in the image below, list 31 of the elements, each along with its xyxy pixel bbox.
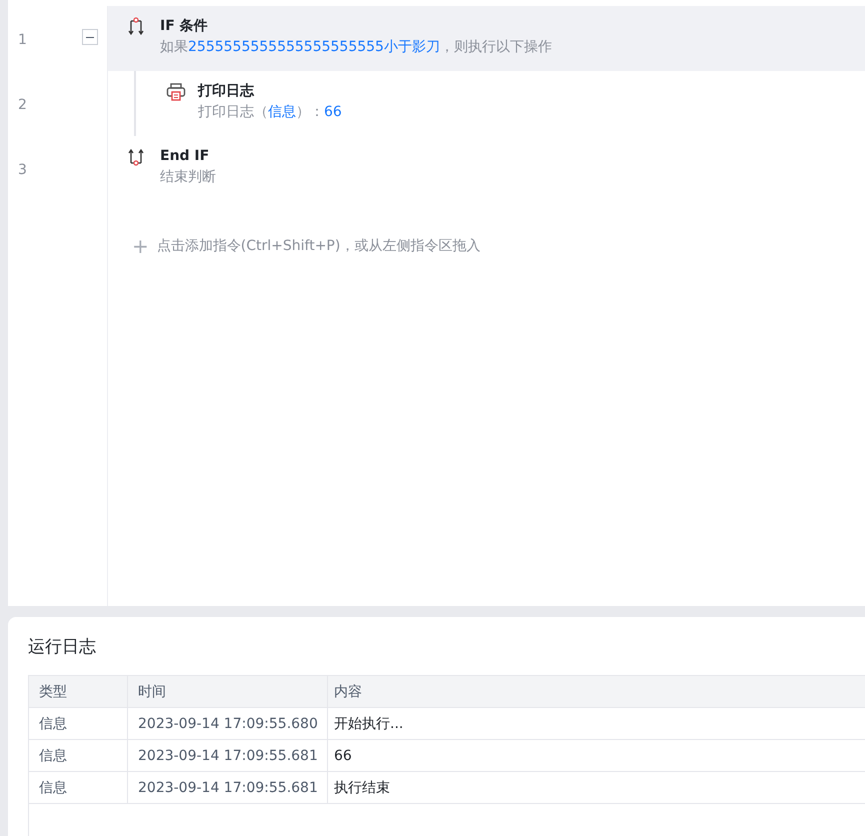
parameter-value: 信息 [268,104,296,120]
line-number: 1 [18,31,27,50]
printer-icon [166,82,186,102]
plus-icon: + [132,236,149,256]
line-number: 3 [18,161,27,180]
column-header: 类型 [29,676,128,706]
table-cell-text: 执行结束 [333,778,391,798]
step-title: IF 条件 [160,17,209,36]
line-number: 2 [18,96,27,115]
table-cell: 2023-09-14 17:09:55.680 [128,708,328,738]
table-cell-text: 开始执行... [333,714,404,734]
table-cell: 2023-09-14 17:09:55.681 [128,740,328,770]
table-cell-text: 66 [333,746,353,766]
panel-title: 运行日志 [28,636,97,659]
step-title: 打印日志 [198,82,256,101]
step-title: End IF [160,147,210,166]
description-text: ）： [296,104,324,120]
collapse-button[interactable] [82,29,98,45]
description-text: 如果 [160,39,188,55]
table-cell: 2023-09-14 17:09:55.681 [128,772,328,802]
parameter-value: 2555555555555555555555小于影刀 [188,39,440,55]
description-text: 打印日志（ [198,104,268,120]
column-header: 时间 [128,676,328,706]
table-cell: 信息 [29,772,128,802]
table-cell: 信息 [29,740,128,770]
column-header: 内容 [333,682,363,702]
parameter-value: 66 [324,104,342,120]
description-text: ，则执行以下操作 [440,39,552,55]
description-text: 结束判断 [160,169,216,185]
table-cell: 信息 [29,708,128,738]
step-row-highlight[interactable]: IF 条件 如果2555555555555555555555小于影刀，则执行以下操作 [107,6,865,71]
